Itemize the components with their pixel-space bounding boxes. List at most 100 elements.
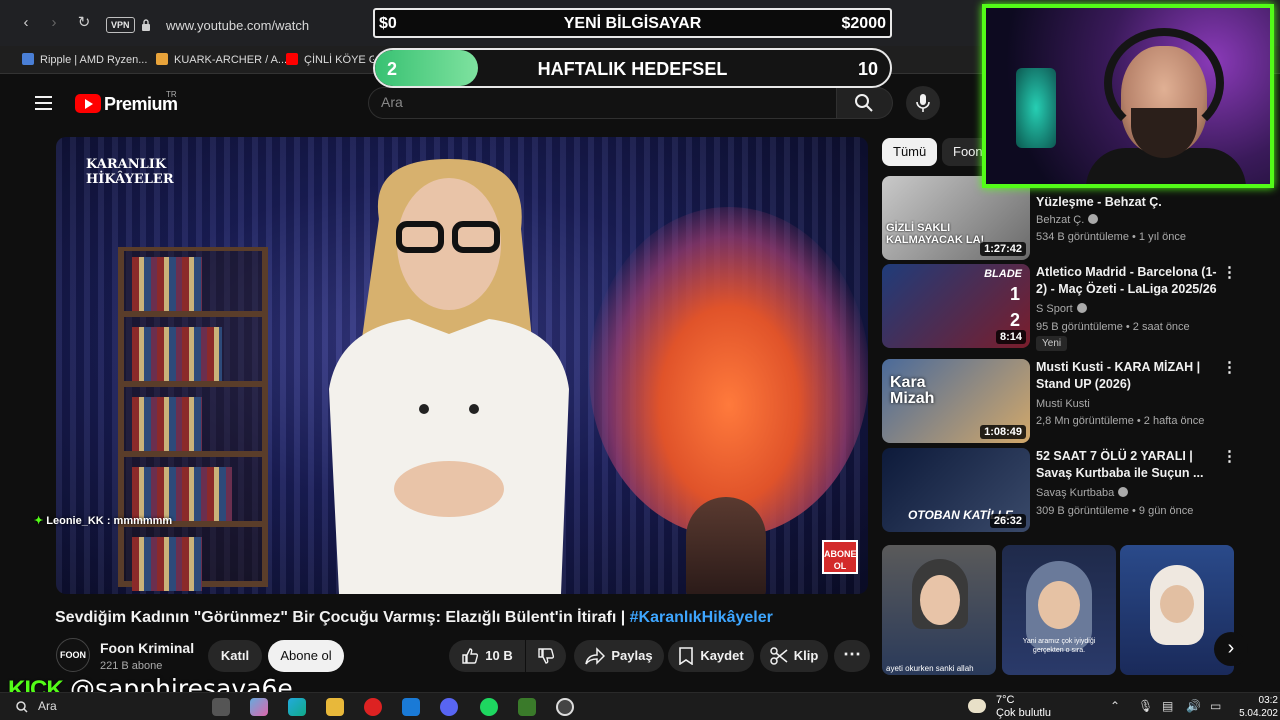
more-options-icon[interactable]: ⋮ <box>1222 360 1237 379</box>
video-thumbnail[interactable]: OTOBAN KATİLLE 26:32 <box>882 448 1030 532</box>
bookmark-icon <box>679 647 694 666</box>
spotify-icon[interactable] <box>480 698 498 716</box>
bookmark-item[interactable]: Ripple | AMD Ryzen... <box>22 53 147 66</box>
scissors-icon <box>769 647 788 665</box>
thumbs-up-icon <box>462 648 479 664</box>
bookshelf-decor <box>118 247 268 591</box>
task-view-icon[interactable] <box>212 698 230 716</box>
chip-all[interactable]: Tümü <box>882 138 938 166</box>
video-title: Sevdiğim Kadının "Görünmez" Bir Çocuğu V… <box>55 609 773 626</box>
recommendation-channel[interactable]: Musti Kusti <box>1036 397 1090 412</box>
vpn-badge[interactable]: VPN <box>106 17 135 33</box>
chevron-up-icon[interactable]: ⌃ <box>1110 699 1120 713</box>
volume-icon[interactable]: 🔊 <box>1186 699 1201 713</box>
share-button[interactable]: Paylaş <box>574 640 664 672</box>
microphone-icon <box>916 94 930 112</box>
clip-button[interactable]: Klip <box>760 640 828 672</box>
video-duration: 1:27:42 <box>980 242 1026 256</box>
obs-icon[interactable] <box>556 698 574 716</box>
discord-icon[interactable] <box>440 698 458 716</box>
webcam-overlay <box>982 4 1274 188</box>
recommendation-title[interactable]: Atletico Madrid - Barcelona (1-2) - Maç … <box>1036 264 1218 298</box>
more-actions-icon[interactable]: ⋯ <box>834 640 870 672</box>
bookmark-item[interactable]: ÇİNLİ KÖYE GİR <box>286 53 374 66</box>
recommendation-title[interactable]: Yüzleşme - Behzat Ç. <box>1036 194 1218 211</box>
verified-icon <box>1118 487 1129 497</box>
region-code: TR <box>166 90 177 99</box>
chat-message: ✦ Leonie_KK : mmmmmm <box>34 515 173 527</box>
recommendation-item[interactable]: Kara Mizah 1:08:49 Musti Kusti - KARA Mİ… <box>882 359 1242 443</box>
save-button[interactable]: Kaydet <box>668 640 754 672</box>
short-thumbnail[interactable]: ayeti okurken sanki allah <box>882 545 996 675</box>
recommendation-meta: 2,8 Mn görüntüleme • 2 hafta önce <box>1036 415 1205 427</box>
like-button[interactable]: 10 B <box>449 640 525 672</box>
address-bar[interactable]: www.youtube.com/watch <box>166 18 309 33</box>
join-button[interactable]: Katıl <box>208 640 262 672</box>
recommendation-item[interactable]: BLADE 1 2 8:14 Atletico Madrid - Barcelo… <box>882 264 1242 351</box>
recommendation-item[interactable]: OTOBAN KATİLLE 26:32 52 SAAT 7 ÖLÜ 2 YAR… <box>882 448 1242 532</box>
dislike-button[interactable] <box>526 640 566 672</box>
more-options-icon[interactable]: ⋮ <box>1222 449 1237 468</box>
chevron-right-icon[interactable]: › <box>1214 632 1248 666</box>
taskbar-search[interactable]: Ara <box>38 699 57 713</box>
file-explorer-icon[interactable] <box>326 698 344 716</box>
channel-avatar[interactable]: FOON <box>56 638 90 672</box>
recommendation-channel[interactable]: Behzat Ç. <box>1036 213 1099 228</box>
search-button[interactable] <box>837 87 893 119</box>
recommendation-meta: 534 B görüntüleme • 1 yıl önce <box>1036 231 1186 243</box>
presenter-figure <box>329 159 569 594</box>
youtube-favicon-icon <box>286 53 298 65</box>
more-options-icon[interactable]: ⋮ <box>1222 265 1237 284</box>
video-thumbnail[interactable]: BLADE 1 2 8:14 <box>882 264 1030 348</box>
headset-icon <box>1104 28 1224 138</box>
subscribe-button[interactable]: Abone ol <box>268 640 344 672</box>
new-badge: Yeni <box>1036 336 1068 351</box>
microphone-icon[interactable]: 🎙 <box>1138 699 1153 713</box>
recommendation-item[interactable]: GİZLİ SAKLI KALMAYACAK LA! 1:27:42 Yüzle… <box>882 176 1242 260</box>
channel-watermark: KARANLIK HİKÂYELER <box>86 157 174 187</box>
search-icon[interactable] <box>16 701 28 713</box>
video-thumbnail[interactable]: Kara Mizah 1:08:49 <box>882 359 1030 443</box>
share-icon <box>585 647 606 665</box>
channel-name[interactable]: Foon Kriminal <box>100 640 194 656</box>
mail-icon[interactable] <box>402 698 420 716</box>
youtube-logo-icon[interactable] <box>75 94 101 113</box>
video-thumbnail[interactable]: GİZLİ SAKLI KALMAYACAK LA! 1:27:42 <box>882 176 1030 260</box>
copilot-icon[interactable] <box>250 698 268 716</box>
subscriber-count: 221 B abone <box>100 660 163 672</box>
recommendation-title[interactable]: Musti Kusti - KARA MİZAH | Stand UP (202… <box>1036 359 1218 393</box>
battery-icon[interactable]: ▭ <box>1210 699 1221 713</box>
edge-icon[interactable] <box>288 698 306 716</box>
opera-icon[interactable] <box>364 698 382 716</box>
menu-icon[interactable] <box>35 96 52 110</box>
recommendation-channel[interactable]: Savaş Kurtbaba <box>1036 486 1129 501</box>
neon-light-decor <box>1016 68 1056 148</box>
verified-icon <box>1088 214 1099 224</box>
back-icon[interactable]: ‹ <box>17 14 35 32</box>
search-icon <box>855 94 873 112</box>
windows-taskbar: Ara 7°C Çok bulutlu ⌃ 🎙 ▤ 🔊 ▭ 03:2 5.04.20… <box>0 692 1280 720</box>
hashtag-link[interactable]: #KaranlıkHikâyeler <box>630 609 773 626</box>
voice-search-button[interactable] <box>906 86 940 120</box>
network-icon[interactable]: ▤ <box>1162 699 1173 713</box>
reload-icon[interactable]: ↻ <box>75 14 93 32</box>
taskbar-clock[interactable]: 03:2 5.04.202 <box>1238 694 1278 720</box>
subscribe-watermark-badge[interactable]: ABONE OL <box>822 540 858 574</box>
weather-widget[interactable]: 7°C Çok bulutlu <box>996 694 1051 720</box>
video-player[interactable]: KARANLIK HİKÂYELER ABONE OL <box>56 137 868 594</box>
thumbs-down-icon <box>538 648 555 664</box>
lock-icon[interactable] <box>141 19 151 31</box>
search-input[interactable] <box>381 94 821 110</box>
short-thumbnail[interactable]: Yani aramız çok iyiydiği gerçekten o sır… <box>1002 545 1116 675</box>
recommendation-meta: 309 B görüntüleme • 9 gün önce <box>1036 505 1194 517</box>
bookmark-item[interactable]: KUARK-ARCHER / A... <box>156 53 287 66</box>
recommendation-meta: 95 B görüntüleme • 2 saat önce <box>1036 321 1190 333</box>
forward-icon[interactable]: › <box>45 14 63 32</box>
kick-chat-icon: ✦ <box>34 515 47 527</box>
bookmark-favicon-icon <box>156 53 168 65</box>
recommendation-channel[interactable]: S Sport <box>1036 302 1087 317</box>
pampas-decor <box>589 207 868 537</box>
recommendation-title[interactable]: 52 SAAT 7 ÖLÜ 2 YARALI | Savaş Kurtbaba … <box>1036 448 1218 482</box>
nvidia-icon[interactable] <box>518 698 536 716</box>
search-box[interactable] <box>368 87 837 119</box>
